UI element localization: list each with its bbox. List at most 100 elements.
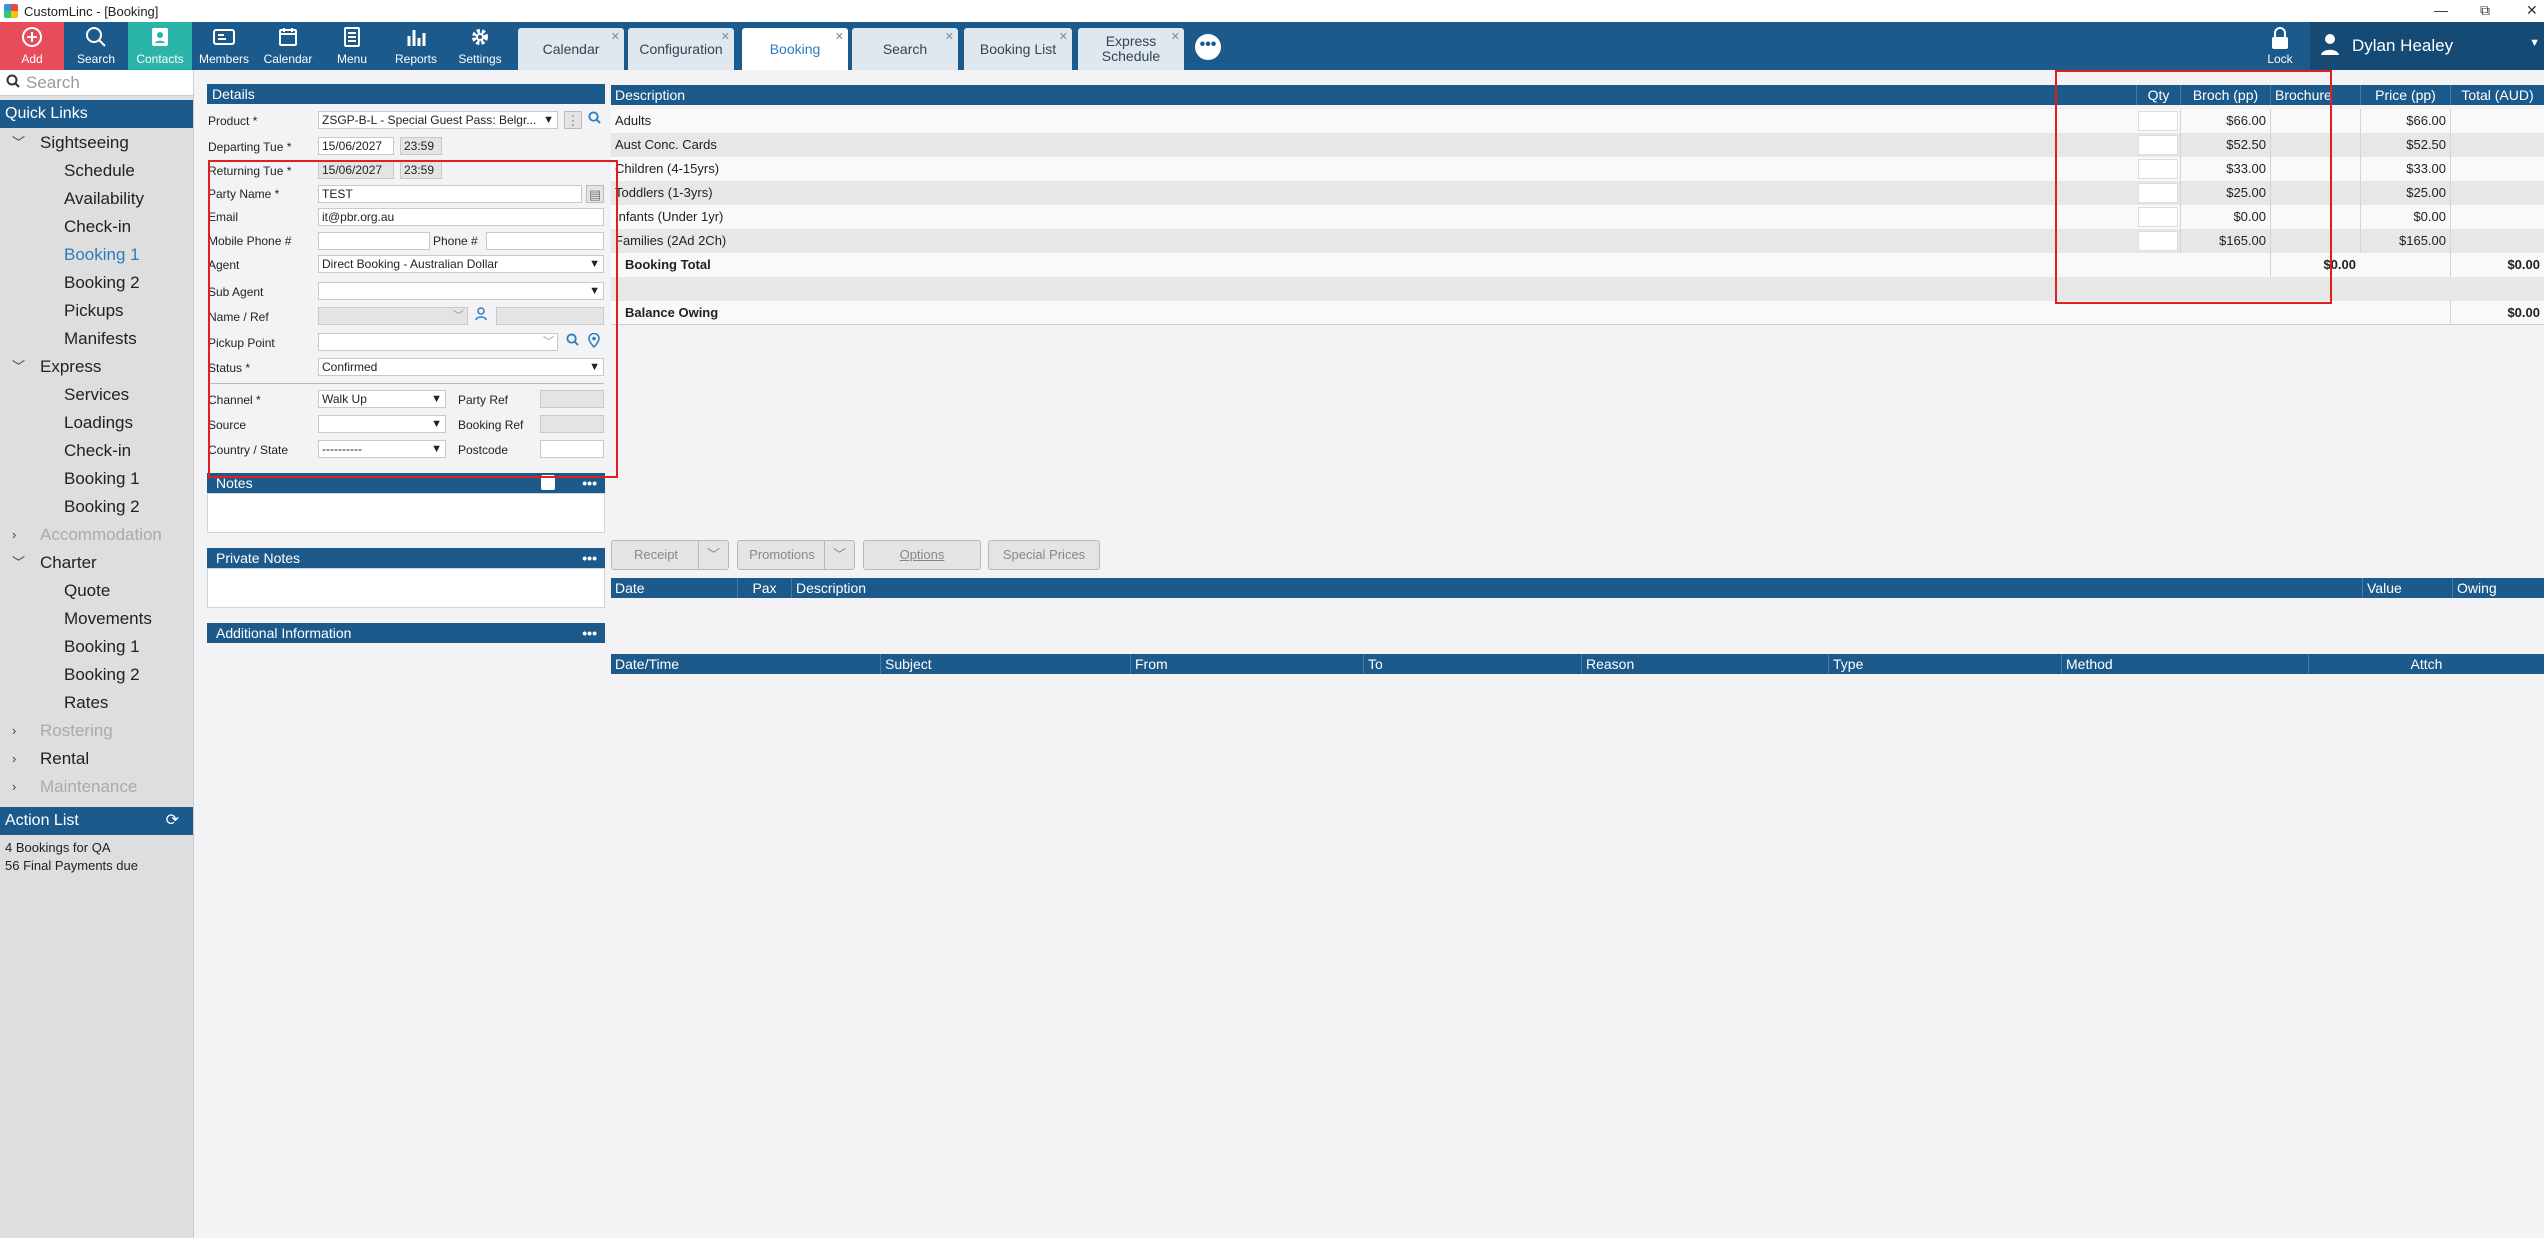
source-select[interactable]: ▼: [318, 415, 446, 433]
table-row[interactable]: Adults $66.00 $66.00: [611, 109, 2544, 133]
product-info-icon[interactable]: ⋮: [564, 111, 582, 129]
private-notes-area[interactable]: [207, 568, 605, 608]
channel-select[interactable]: Walk Up ▼: [318, 390, 446, 408]
more-icon[interactable]: •••: [582, 473, 597, 493]
col-reason[interactable]: Reason: [1581, 654, 1828, 674]
product-search-icon[interactable]: [585, 111, 603, 129]
close-window-button[interactable]: ✕: [2526, 2, 2538, 19]
nav-charter-booking-2[interactable]: Booking 2: [0, 661, 193, 689]
mobile-input[interactable]: [318, 232, 430, 250]
col-subject[interactable]: Subject: [880, 654, 1130, 674]
table-row[interactable]: Aust Conc. Cards $52.50 $52.50: [611, 133, 2544, 157]
table-row[interactable]: Toddlers (1-3yrs) $25.00 $25.00: [611, 181, 2544, 205]
sub-agent-select[interactable]: ▼: [318, 282, 604, 300]
col-broch-pp[interactable]: Broch (pp): [2180, 85, 2270, 105]
nav-express-booking-2[interactable]: Booking 2: [0, 493, 193, 521]
nav-express[interactable]: ﹀ Express: [0, 353, 193, 381]
refresh-icon[interactable]: ⟳: [166, 807, 179, 835]
chevron-down-icon[interactable]: ﹀: [824, 541, 854, 569]
close-tab-icon[interactable]: ✕: [945, 30, 954, 45]
members-button[interactable]: Members: [192, 22, 256, 70]
nav-loadings[interactable]: Loadings: [0, 409, 193, 437]
action-item[interactable]: 56 Final Payments due: [0, 857, 193, 875]
qty-input[interactable]: [2138, 183, 2178, 203]
col-description[interactable]: Description: [611, 85, 2136, 105]
contact-card-icon[interactable]: ▤: [586, 185, 604, 203]
tab-booking-list[interactable]: Booking List ✕: [964, 28, 1072, 70]
qty-input[interactable]: [2138, 135, 2178, 155]
table-row[interactable]: Families (2Ad 2Ch) $165.00 $165.00: [611, 229, 2544, 253]
col-qty[interactable]: Qty: [2136, 85, 2180, 105]
map-pin-icon[interactable]: [585, 332, 603, 351]
phone-input[interactable]: [486, 232, 604, 250]
nav-rates[interactable]: Rates: [0, 689, 193, 717]
qty-input[interactable]: [2138, 111, 2178, 131]
receipt-button[interactable]: Receipt ﹀: [611, 540, 729, 570]
tab-express-schedule[interactable]: Express Schedule ✕: [1078, 28, 1184, 70]
col-type[interactable]: Type: [1828, 654, 2061, 674]
email-input[interactable]: it@pbr.org.au: [318, 208, 604, 226]
pickup-search-icon[interactable]: [563, 333, 581, 351]
nav-check-in[interactable]: Check-in: [0, 213, 193, 241]
options-button[interactable]: Options: [863, 540, 981, 570]
user-menu[interactable]: Dylan Healey ▼: [2310, 22, 2544, 70]
action-item[interactable]: 4 Bookings for QA: [0, 839, 193, 857]
qty-input[interactable]: [2138, 159, 2178, 179]
nav-sightseeing[interactable]: ﹀ Sightseeing: [0, 129, 193, 157]
close-tab-icon[interactable]: ✕: [1059, 30, 1068, 45]
chevron-down-icon[interactable]: ﹀: [698, 541, 728, 569]
col-total[interactable]: Total (AUD): [2450, 85, 2544, 105]
menu-button[interactable]: Menu: [320, 22, 384, 70]
more-icon[interactable]: •••: [582, 623, 597, 643]
nav-booking-1[interactable]: Booking 1: [0, 241, 193, 269]
nav-pickups[interactable]: Pickups: [0, 297, 193, 325]
qty-input[interactable]: [2138, 207, 2178, 227]
nav-charter-booking-1[interactable]: Booking 1: [0, 633, 193, 661]
nav-maintenance[interactable]: › Maintenance: [0, 773, 193, 801]
table-row[interactable]: Infants (Under 1yr) $0.00 $0.00: [611, 205, 2544, 229]
add-button[interactable]: Add: [0, 22, 64, 70]
tab-booking[interactable]: Booking ✕: [742, 28, 848, 70]
status-select[interactable]: Confirmed ▼: [318, 358, 604, 376]
calendar-button[interactable]: Calendar: [256, 22, 320, 70]
sidebar-search[interactable]: Search: [0, 70, 193, 96]
returning-date-input[interactable]: 15/06/2027: [318, 161, 394, 179]
nav-schedule[interactable]: Schedule: [0, 157, 193, 185]
tab-calendar[interactable]: Calendar ✕: [518, 28, 624, 70]
booking-ref-input[interactable]: [540, 415, 604, 433]
notepad-icon[interactable]: [541, 475, 555, 490]
close-tab-icon[interactable]: ✕: [611, 30, 620, 45]
name-ref-select[interactable]: ﹀: [318, 307, 468, 325]
nav-booking-2[interactable]: Booking 2: [0, 269, 193, 297]
col-value[interactable]: Value: [2362, 578, 2452, 598]
agent-select[interactable]: Direct Booking - Australian Dollar ▼: [318, 255, 604, 273]
person-icon[interactable]: [472, 307, 490, 325]
tab-configuration[interactable]: Configuration ✕: [628, 28, 734, 70]
table-row[interactable]: Children (4-15yrs) $33.00 $33.00: [611, 157, 2544, 181]
search-input[interactable]: Search: [26, 73, 80, 93]
departing-date-input[interactable]: 15/06/2027: [318, 137, 394, 155]
restore-button[interactable]: ⧉: [2480, 2, 2490, 19]
close-tab-icon[interactable]: ✕: [721, 30, 730, 45]
special-prices-button[interactable]: Special Prices: [988, 540, 1100, 570]
col-from[interactable]: From: [1130, 654, 1363, 674]
col-method[interactable]: Method: [2061, 654, 2308, 674]
more-tabs-button[interactable]: •••: [1195, 34, 1221, 60]
close-tab-icon[interactable]: ✕: [835, 30, 844, 45]
col-date-time[interactable]: Date/Time: [611, 654, 880, 674]
nav-express-booking-1[interactable]: Booking 1: [0, 465, 193, 493]
col-to[interactable]: To: [1363, 654, 1581, 674]
nav-availability[interactable]: Availability: [0, 185, 193, 213]
col-pax[interactable]: Pax: [737, 578, 791, 598]
product-select[interactable]: ZSGP-B-L - Special Guest Pass: Belgr... ▼: [318, 111, 558, 129]
nav-charter[interactable]: ﹀ Charter: [0, 549, 193, 577]
close-tab-icon[interactable]: ✕: [1171, 30, 1180, 45]
nav-services[interactable]: Services: [0, 381, 193, 409]
country-state-select[interactable]: ---------- ▼: [318, 440, 446, 458]
search-button[interactable]: Search: [64, 22, 128, 70]
postcode-input[interactable]: [540, 440, 604, 458]
nav-rostering[interactable]: › Rostering: [0, 717, 193, 745]
lock-button[interactable]: Lock: [2258, 22, 2302, 70]
tab-search[interactable]: Search ✕: [852, 28, 958, 70]
more-icon[interactable]: •••: [582, 548, 597, 568]
